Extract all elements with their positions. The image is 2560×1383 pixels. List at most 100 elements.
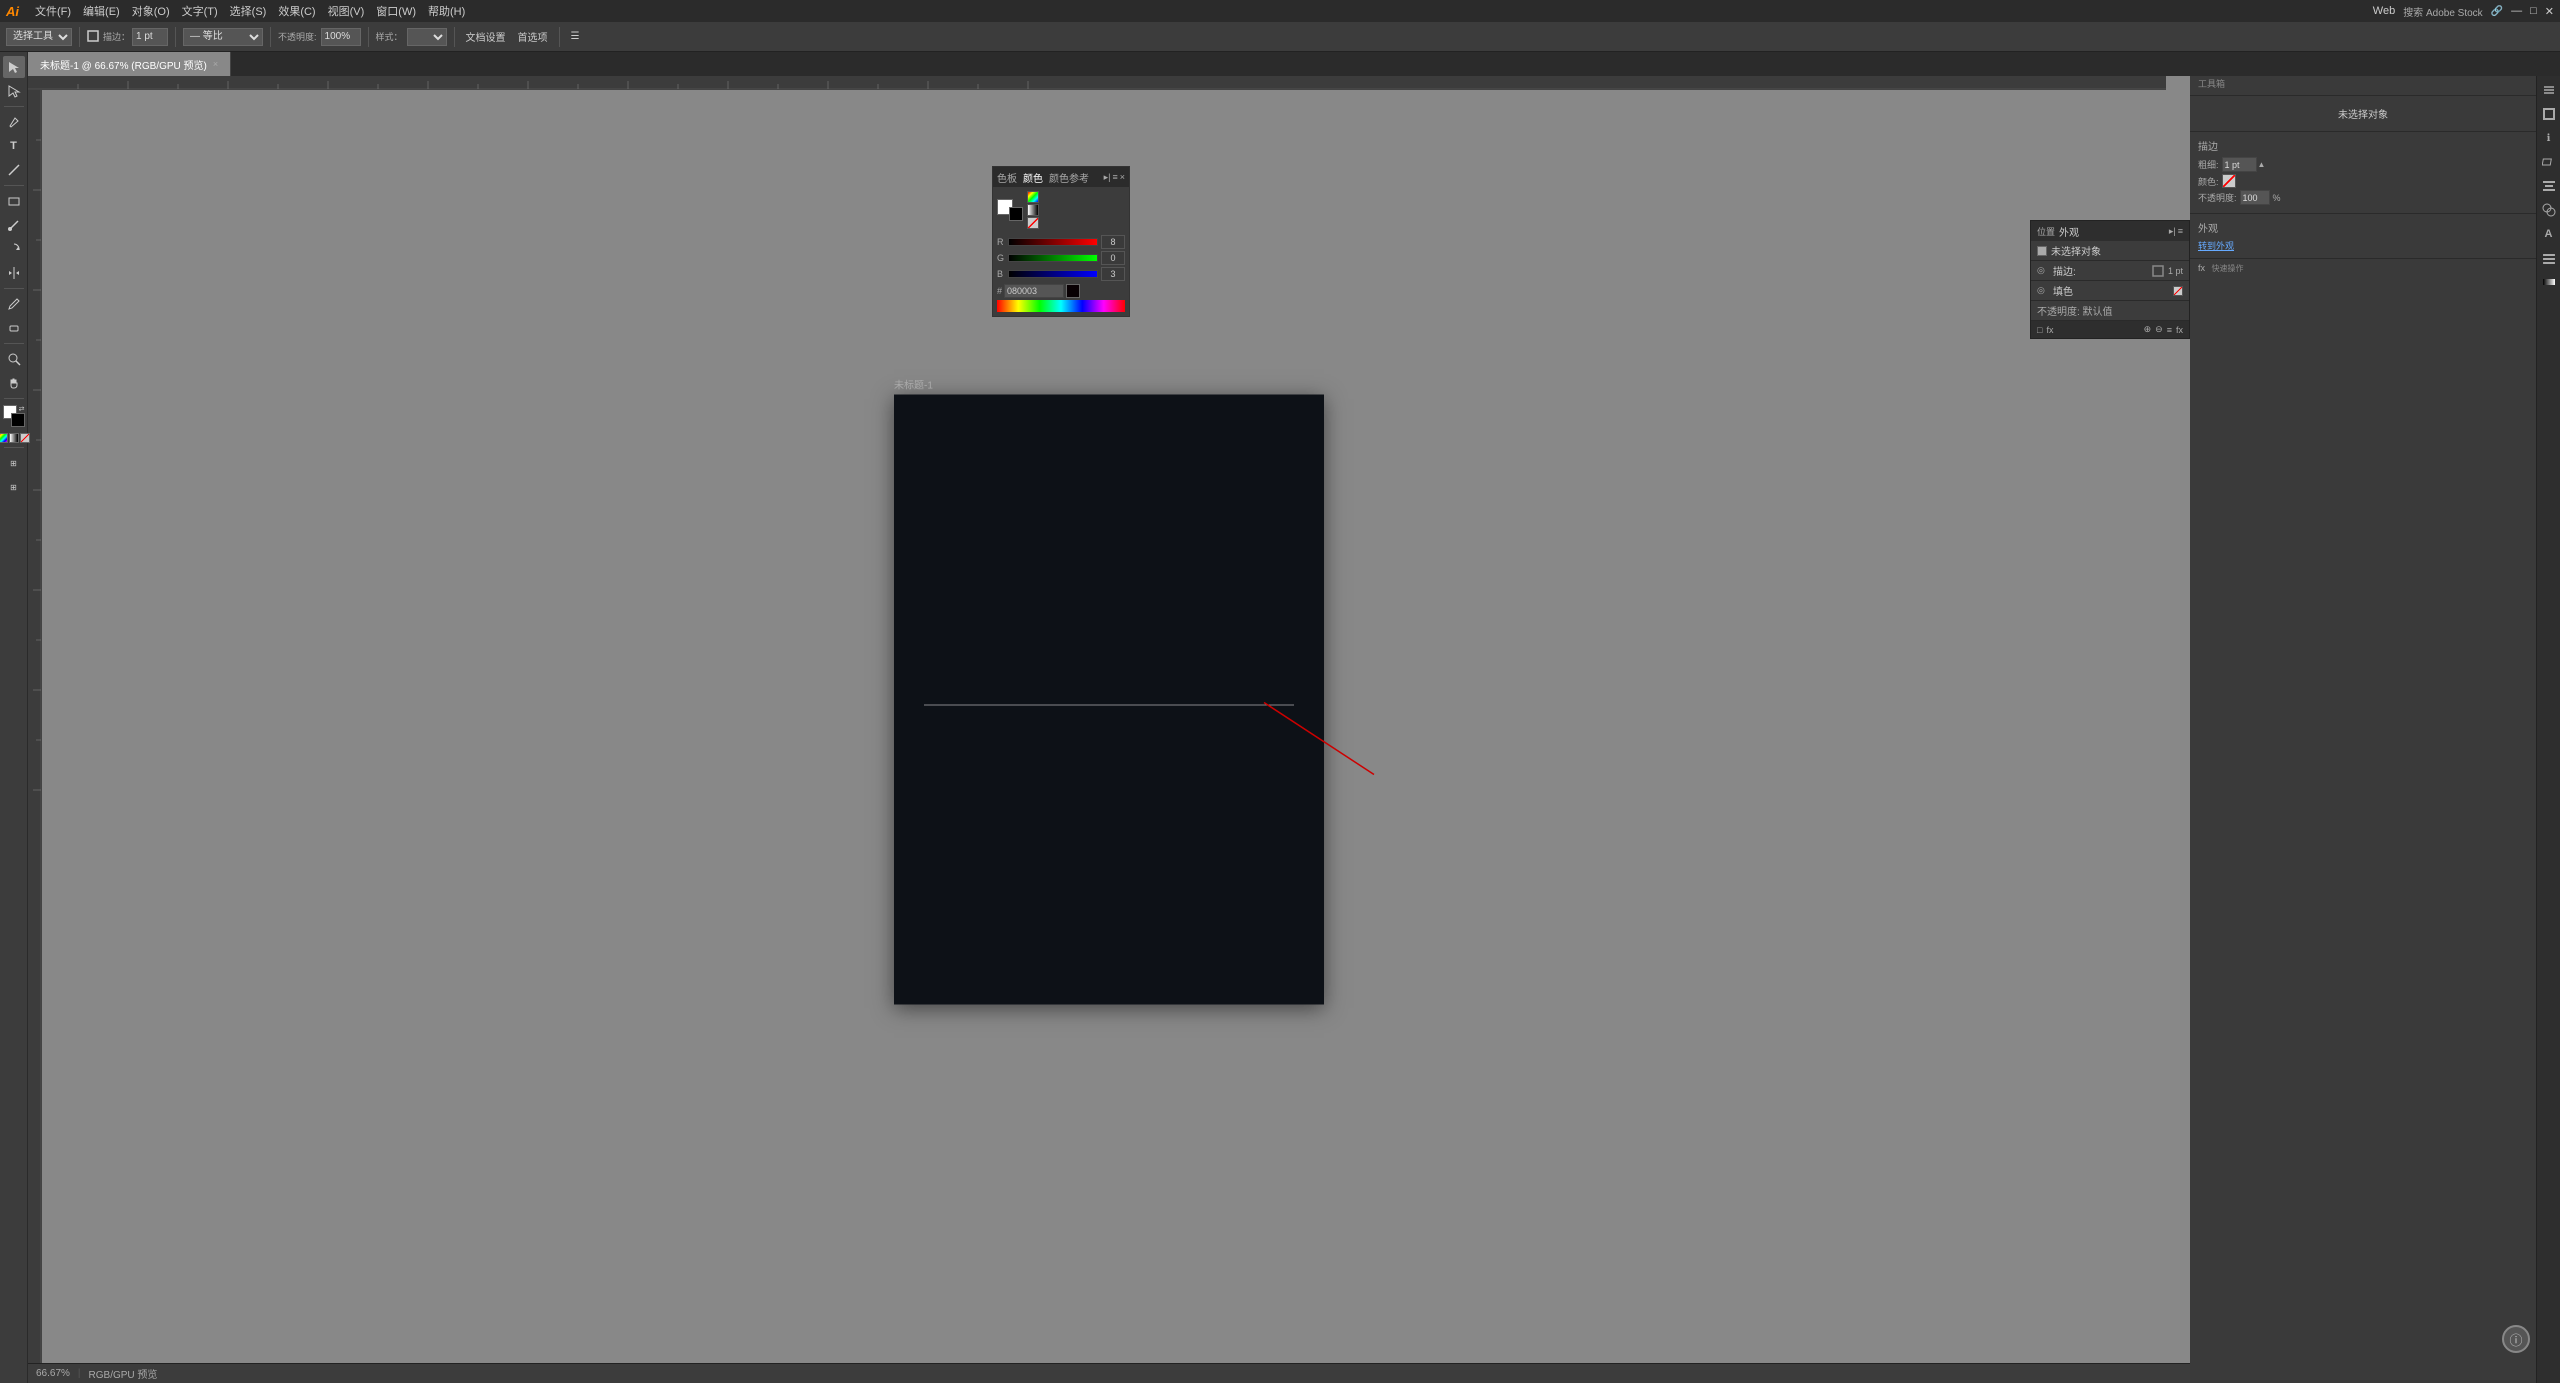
color-g-slider[interactable]	[1008, 254, 1098, 262]
color-mode-btn[interactable]	[0, 433, 8, 443]
color-panel-menu[interactable]: ≡	[1112, 172, 1117, 183]
tool-direct-selection[interactable]	[3, 80, 25, 102]
menu-share[interactable]: 🔗	[2491, 6, 2503, 17]
ruler-left-marks	[28, 90, 42, 1363]
tool-pencil[interactable]	[3, 293, 25, 315]
tool-selection[interactable]	[3, 56, 25, 78]
strip-btn-align[interactable]	[2539, 176, 2559, 196]
tab-color-swatch[interactable]: 色板	[997, 170, 1017, 185]
menu-help[interactable]: 帮助(H)	[428, 3, 465, 19]
panel-stroke-weight-input[interactable]	[2222, 157, 2257, 172]
tool-brush[interactable]	[3, 214, 25, 236]
menu-effect[interactable]: 效果(C)	[278, 3, 315, 19]
color-spectrum-bar[interactable]	[997, 300, 1125, 312]
appearance-add-btn[interactable]: □	[2037, 325, 2042, 335]
stroke-swatch[interactable]	[11, 413, 25, 427]
appearance-delete-btn[interactable]: ⊖	[2155, 324, 2163, 335]
menu-close[interactable]: ✕	[2545, 5, 2554, 18]
appearance-expand-btn[interactable]: 位置	[2037, 225, 2055, 238]
menu-edit[interactable]: 编辑(E)	[83, 3, 120, 19]
menu-window[interactable]: 窗口(W)	[376, 3, 416, 19]
color-b-slider[interactable]	[1008, 270, 1098, 278]
panel-fx-section: fx 快速操作	[2190, 259, 2536, 278]
toolbar-selection-type[interactable]: 选择工具	[6, 28, 72, 46]
toolbar-opacity-input[interactable]	[321, 28, 361, 46]
strip-btn-transform[interactable]	[2539, 152, 2559, 172]
strip-btn-layers[interactable]	[2539, 248, 2559, 268]
appearance-menu-icon[interactable]: ≡	[2178, 226, 2183, 237]
appearance-list-btn[interactable]: ≡	[2167, 325, 2172, 335]
appearance-options-btn[interactable]: ⊕	[2144, 324, 2152, 335]
color-panel-expand[interactable]: ▸|	[1104, 172, 1111, 183]
no-fill-btn[interactable]	[20, 433, 30, 443]
info-circle-btn[interactable]: ⓘ	[2502, 1325, 2530, 1353]
tab-close-btn[interactable]: ×	[213, 59, 218, 69]
swap-icon[interactable]: ⇄	[19, 405, 25, 413]
document-tab[interactable]: 未标题-1 @ 66.67% (RGB/GPU 预览) ×	[28, 52, 231, 76]
rotate-icon	[7, 242, 21, 256]
tool-sep-6	[4, 447, 24, 448]
tool-reflect[interactable]	[3, 262, 25, 284]
tab-color-ref[interactable]: 颜色参考	[1049, 170, 1089, 185]
color-g-input[interactable]: 0	[1101, 251, 1125, 265]
tool-line[interactable]	[3, 159, 25, 181]
color-panel-close[interactable]: ×	[1120, 172, 1125, 183]
color-option-gradient[interactable]	[1027, 204, 1039, 216]
menu-search-stock[interactable]: 搜索 Adobe Stock	[2403, 4, 2482, 19]
tool-zoom[interactable]	[3, 348, 25, 370]
menu-object[interactable]: 对象(O)	[132, 3, 170, 19]
toolbar-extra-1[interactable]: ☰	[567, 29, 584, 44]
color-option-none[interactable]	[1027, 217, 1039, 229]
tool-rotate[interactable]	[3, 238, 25, 260]
appearance-eye-stroke[interactable]: ◎	[2037, 265, 2049, 277]
strip-btn-type[interactable]: A	[2539, 224, 2559, 244]
color-r-slider[interactable]	[1008, 238, 1098, 246]
strip-btn-info[interactable]: ℹ	[2539, 128, 2559, 148]
appearance-fill-swatch[interactable]	[2173, 286, 2183, 296]
color-r-input[interactable]: 8	[1101, 235, 1125, 249]
menu-view[interactable]: 视图(V)	[328, 3, 365, 19]
toolbar-style-label: 样式：	[376, 30, 403, 43]
tool-rectangle[interactable]	[3, 190, 25, 212]
color-option-spectrum[interactable]	[1027, 191, 1039, 203]
menu-minimize[interactable]: —	[2511, 5, 2522, 17]
panel-opacity-input[interactable]	[2240, 190, 2270, 205]
toolbar-doc-setup[interactable]: 文档设置	[462, 27, 510, 46]
toolbar-prefs[interactable]: 首选项	[514, 27, 552, 46]
layers-icon	[2542, 251, 2556, 265]
toolbar-sep-3	[270, 27, 271, 47]
toolbar-stroke-input[interactable]	[132, 28, 168, 46]
tool-eraser[interactable]	[3, 317, 25, 339]
appearance-stroke-swatch[interactable]	[2152, 265, 2164, 277]
color-icon-options	[1027, 191, 1039, 229]
stroke-fill-swatch[interactable]: ⇄	[3, 405, 25, 427]
strip-btn-3[interactable]	[2539, 104, 2559, 124]
color-b-input[interactable]: 3	[1101, 267, 1125, 281]
gradient-mode-btn[interactable]	[9, 433, 19, 443]
appearance-expand-icon[interactable]: ▸|	[2169, 226, 2176, 237]
tool-sep-2	[4, 185, 24, 186]
strip-btn-2[interactable]	[2539, 80, 2559, 100]
stroke-color-box[interactable]	[1009, 207, 1023, 221]
strip-btn-pathfinder[interactable]	[2539, 200, 2559, 220]
tool-type[interactable]: T	[3, 135, 25, 157]
tab-color[interactable]: 颜色	[1023, 170, 1043, 185]
panel-stroke-up[interactable]: ▲	[2258, 160, 2266, 169]
tool-artboard[interactable]: ⊞	[3, 452, 25, 474]
color-hex-input[interactable]: 080003	[1004, 284, 1064, 298]
tool-more[interactable]: ⊞	[3, 476, 25, 498]
panel-stroke-color-swatch[interactable]	[2222, 174, 2236, 188]
tool-pen[interactable]	[3, 111, 25, 133]
menu-file[interactable]: 文件(F)	[35, 3, 71, 19]
tool-hand[interactable]	[3, 372, 25, 394]
menu-text[interactable]: 文字(T)	[182, 3, 218, 19]
menu-select[interactable]: 选择(S)	[230, 3, 267, 19]
appearance-fx2-btn[interactable]: fx	[2176, 325, 2183, 335]
toolbar-stroke-select[interactable]: — 等比	[183, 28, 263, 46]
color-panel-header: 色板 颜色 颜色参考 ▸| ≡ ×	[993, 167, 1129, 187]
panel-appearance-link[interactable]: 转到外观	[2198, 239, 2528, 252]
toolbar-style-select[interactable]	[407, 28, 447, 46]
appearance-eye-fill[interactable]: ◎	[2037, 285, 2049, 297]
menu-restore[interactable]: □	[2530, 5, 2537, 17]
strip-btn-gradient[interactable]	[2539, 272, 2559, 292]
